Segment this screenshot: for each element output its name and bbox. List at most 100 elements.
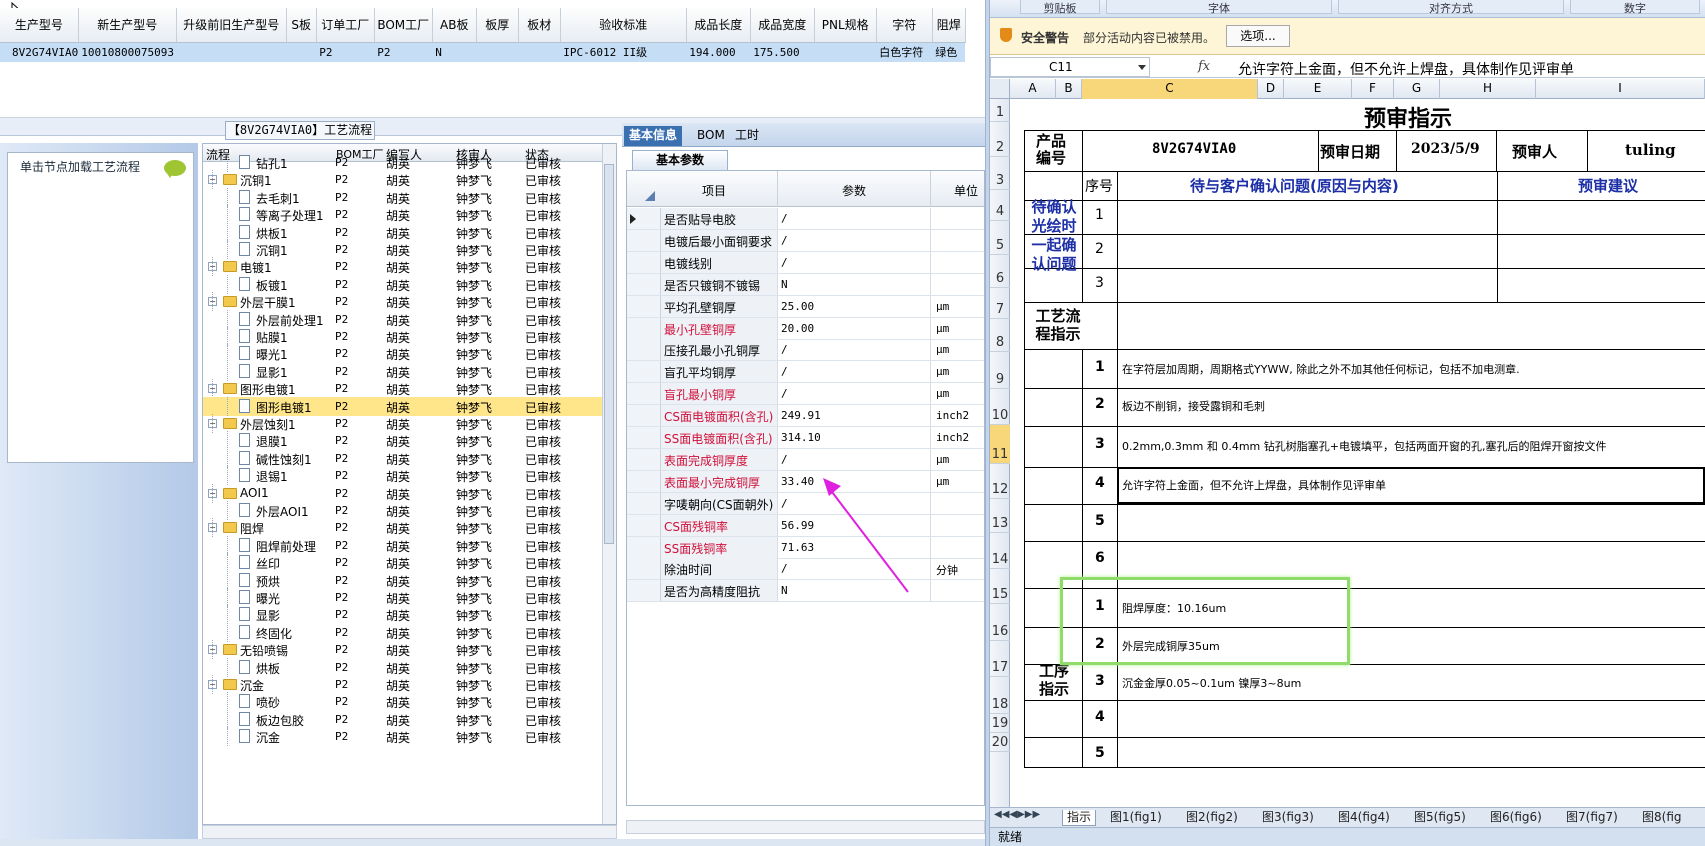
row-header[interactable]: 3 <box>990 157 1010 190</box>
row-header[interactable]: 17 <box>990 641 1010 677</box>
product-cell[interactable]: 绿色 <box>932 42 966 62</box>
param-value[interactable]: / <box>781 365 788 378</box>
param-value[interactable]: / <box>781 453 788 466</box>
tree-row[interactable]: − AOI1 P2 胡英 钟梦飞 已审核 <box>203 483 616 503</box>
param-row[interactable]: SS面残铜率 71.63 <box>627 536 984 559</box>
param-value[interactable]: / <box>781 234 788 247</box>
param-row[interactable]: 是否只镀铜不镀锡 N <box>627 273 984 296</box>
tree-row[interactable]: − 阻焊 P2 胡英 钟梦飞 已审核 <box>203 518 616 538</box>
tree-row[interactable]: 等离子处理1 P2 胡英 钟梦飞 已审核 <box>203 205 616 225</box>
col-header[interactable]: 阻焊 <box>932 8 966 43</box>
reviewer-label[interactable]: 预审人 <box>1512 141 1557 162</box>
tree-row[interactable]: 去毛刺1 P2 胡英 钟梦飞 已审核 <box>203 187 616 207</box>
col-header[interactable]: 验收标准 <box>560 8 687 43</box>
ribbon-clipboard[interactable]: 剪贴板 <box>1020 0 1100 15</box>
row-header[interactable]: 16 <box>990 604 1010 641</box>
product-cell[interactable] <box>176 42 287 62</box>
param-value[interactable]: / <box>781 212 788 225</box>
param-value[interactable]: 20.00 <box>781 322 814 335</box>
col-header[interactable]: 新生产型号 <box>78 8 177 43</box>
review-date[interactable]: 2023/5/9 <box>1411 141 1480 157</box>
tree-row[interactable]: − 图形电镀1 P2 胡英 钟梦飞 已审核 <box>203 379 616 399</box>
param-value[interactable]: 314.10 <box>781 431 821 444</box>
product-cell[interactable] <box>476 42 519 62</box>
tree-row[interactable]: − 外层蚀刻1 P2 胡英 钟梦飞 已审核 <box>203 414 616 433</box>
col-header[interactable]: 订单工厂 <box>316 8 375 43</box>
row-header[interactable]: 19 <box>990 714 1010 733</box>
param-value[interactable]: N <box>781 278 788 291</box>
param-value[interactable]: 33.40 <box>781 475 814 488</box>
tree-row[interactable]: 图形电镀1 P2 胡英 钟梦飞 已审核 <box>203 396 616 416</box>
flow-text[interactable]: 板边不削铜，接受露铜和毛刺 <box>1122 398 1265 414</box>
param-row[interactable]: CS面电镀面积(含孔) 249.91 inch2 <box>627 405 984 428</box>
sheet-tab[interactable]: 图2(fig2) <box>1182 810 1242 826</box>
col-header[interactable]: AB板 <box>432 8 477 43</box>
tree-row[interactable]: 预烘 P2 胡英 钟梦飞 已审核 <box>203 570 616 590</box>
sheet-title[interactable]: 预审指示 <box>1364 101 1452 133</box>
tree-row[interactable]: 终固化 P2 胡英 钟梦飞 已审核 <box>203 622 616 642</box>
name-box[interactable]: C11 <box>990 57 1150 77</box>
param-row[interactable]: 最小孔壁铜厚 20.00 μm <box>627 317 984 340</box>
flow-num[interactable]: 1 <box>1095 359 1105 375</box>
param-row[interactable]: 表面完成铜厚度 / μm <box>627 448 984 471</box>
row-header[interactable]: 1 <box>990 99 1010 122</box>
tree-row[interactable]: 贴膜1 P2 胡英 钟梦飞 已审核 <box>203 327 616 346</box>
row-header[interactable]: 20 <box>990 733 1010 752</box>
product-cell[interactable]: 白色字符 <box>876 42 933 62</box>
param-row[interactable]: 压接孔最小孔铜厚 / μm <box>627 339 984 362</box>
chevron-down-icon[interactable] <box>1138 65 1146 70</box>
param-row[interactable]: 表面最小完成铜厚 33.40 μm <box>627 470 984 493</box>
proc-num[interactable]: 5 <box>1095 745 1105 761</box>
col-header[interactable]: 生产型号 <box>0 8 79 43</box>
row-header[interactable]: 2 <box>990 122 1010 157</box>
tree-row[interactable]: 显影1 P2 胡英 钟梦飞 已审核 <box>203 361 616 381</box>
col-header[interactable]: 字符 <box>876 8 933 43</box>
param-value[interactable]: 249.91 <box>781 409 821 422</box>
tree-row[interactable]: 阻焊前处理 P2 胡英 钟梦飞 已审核 <box>203 535 616 555</box>
tab-basic-info[interactable]: 基本信息 <box>624 126 683 146</box>
param-row[interactable]: 电镀后最小面铜要求 / <box>627 229 984 252</box>
row-header[interactable]: 7 <box>990 288 1010 319</box>
row-header[interactable]: 13 <box>990 499 1010 533</box>
seq-label[interactable]: 序号 <box>1085 176 1113 196</box>
row-header[interactable]: 10 <box>990 389 1010 425</box>
tree-row[interactable]: 丝印 P2 胡英 钟梦飞 已审核 <box>203 553 616 573</box>
tree-row[interactable]: 曝光 P2 胡英 钟梦飞 已审核 <box>203 588 616 607</box>
sheet-tab[interactable]: 图4(fig4) <box>1334 810 1394 826</box>
param-value[interactable]: / <box>781 387 788 400</box>
row-header[interactable]: 5 <box>990 221 1010 255</box>
params-hscrollbar[interactable] <box>626 820 985 834</box>
tree-row[interactable]: 钻孔1 P2 胡英 钟梦飞 已审核 <box>203 153 616 172</box>
param-value[interactable]: / <box>781 343 788 356</box>
sheet-nav-arrows-icon[interactable]: ◀◀◀▶▶▶ <box>994 809 1040 820</box>
tab-basic-params[interactable]: 基本参数 <box>632 150 728 170</box>
product-cell[interactable]: 194.000 <box>686 42 751 62</box>
col-header[interactable]: 升级前旧生产型号 <box>176 8 287 43</box>
confirm-num[interactable]: 1 <box>1095 207 1104 223</box>
row-header[interactable]: 14 <box>990 533 1010 569</box>
flow-num[interactable]: 2 <box>1095 396 1105 412</box>
flow-load-box[interactable] <box>7 152 194 463</box>
param-value[interactable]: 56.99 <box>781 519 814 532</box>
suggest-header[interactable]: 预审建议 <box>1578 175 1638 196</box>
sheet-tab[interactable]: 图6(fig6) <box>1486 810 1546 826</box>
flow-num[interactable]: 5 <box>1095 513 1105 529</box>
flow-text[interactable]: 0.2mm,0.3mm 和 0.4mm 钻孔树脂塞孔+电镀填平，包括两面开窗的孔… <box>1122 438 1606 454</box>
param-row[interactable]: 除油时间 / 分钟 <box>627 558 984 581</box>
row-header[interactable]: 8 <box>990 319 1010 352</box>
tree-row[interactable]: 外层前处理1 P2 胡英 钟梦飞 已审核 <box>203 309 616 329</box>
tab-bom[interactable]: BOM <box>692 126 730 146</box>
column-header[interactable]: E <box>1284 79 1352 99</box>
param-row[interactable]: 盲孔最小铜厚 / μm <box>627 383 984 406</box>
tree-row[interactable]: 烘板 P2 胡英 钟梦飞 已审核 <box>203 657 616 677</box>
tree-hscrollbar[interactable] <box>202 825 617 839</box>
tree-row[interactable]: 曝光1 P2 胡英 钟梦飞 已审核 <box>203 344 616 364</box>
tree-row[interactable]: − 外层干膜1 P2 胡英 钟梦飞 已审核 <box>203 292 616 312</box>
confirm-num[interactable]: 2 <box>1095 241 1104 257</box>
product-cell[interactable] <box>814 42 877 62</box>
col-header[interactable]: 板材 <box>518 8 561 43</box>
issue-header[interactable]: 待与客户确认问题(原因与内容) <box>1190 175 1399 196</box>
product-cell[interactable] <box>518 42 561 62</box>
confirm-label[interactable]: 待确认光绘时一起确认问题 <box>1028 198 1080 274</box>
column-header[interactable]: H <box>1440 79 1536 99</box>
